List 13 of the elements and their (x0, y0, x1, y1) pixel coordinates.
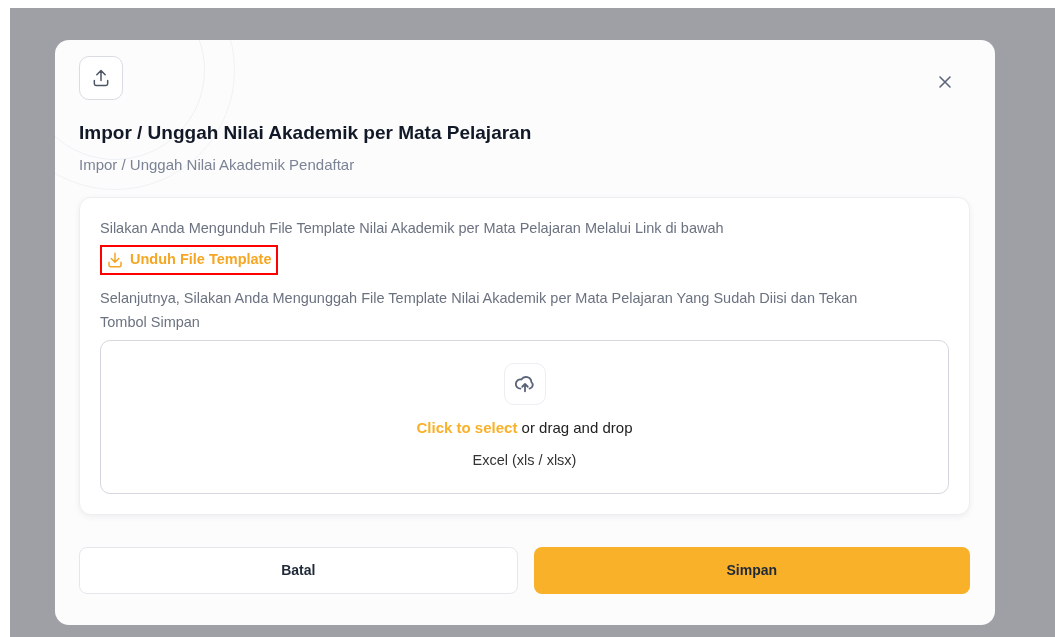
instruction-text: Selanjutnya, Silakan Anda Mengunggah File Template Nilai Akademik per Mata Pelajaran Yang Sudah Diisi dan Tekan Tombol Simpan (100, 289, 859, 333)
save-button[interactable]: Simpan (533, 547, 970, 595)
upload-icon (91, 68, 111, 88)
file-dropzone[interactable]: Click to select or drag and drop Excel (xls / xlsx) (100, 340, 949, 495)
download-icon (106, 251, 124, 270)
dialog-title: Impor / Unggah Nilai Akademik per Mata Pelajaran (79, 121, 533, 145)
close-icon (938, 75, 952, 89)
dropzone-prompt: Click to select or drag and drop (416, 418, 633, 439)
cloud-upload-icon (503, 363, 546, 406)
instruction-text: Silakan Anda Mengunduh File Template Nilai Akademik per Mata Pelajaran Melalui Link di bawah (100, 218, 725, 238)
file-type-hint: Excel (xls / xlsx) (472, 450, 577, 470)
cancel-button[interactable]: Batal (79, 547, 518, 595)
dialog-subtitle: Impor / Unggah Nilai Akademik Pendaftar (79, 155, 356, 175)
